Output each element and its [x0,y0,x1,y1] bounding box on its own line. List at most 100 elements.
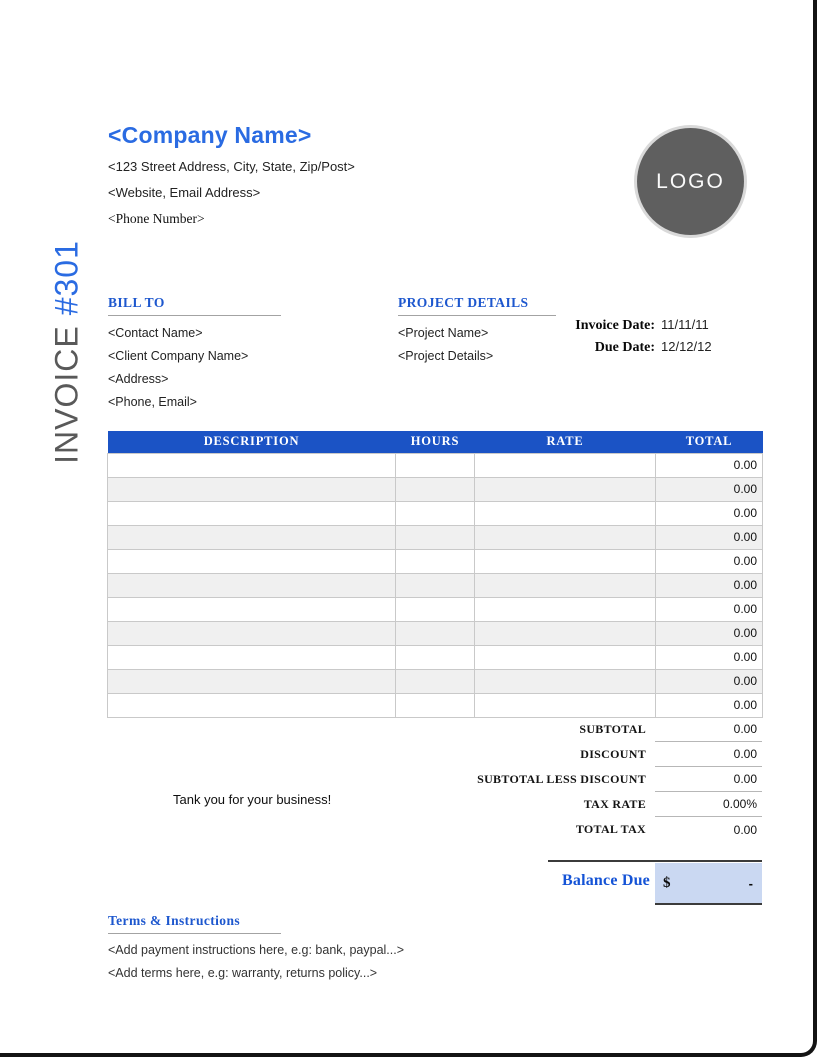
line-item-hours-cell [395,524,475,550]
line-item-rate-cell [474,644,656,670]
terms-policy: <Add terms here, e.g: warranty, returns … [108,965,378,980]
table-header-row: DESCRIPTION HOURS RATE TOTAL [107,431,763,453]
balance-due-label: Balance Due [562,872,650,889]
line-item-hours-cell [395,452,475,478]
terms-title: Terms & Instructions [108,913,281,934]
line-item-total-cell: 0.00 [655,644,763,670]
line-item-total-cell: 0.00 [655,620,763,646]
total-tax-label: TOTAL TAX [575,822,646,836]
line-items-table: DESCRIPTION HOURS RATE TOTAL 0.00 0.00 0.0… [107,431,763,718]
line-item-hours-cell [395,548,475,574]
line-item-rate-cell [474,500,656,526]
invoice-number: #301 [48,240,85,316]
balance-due-box: $ - [655,863,762,905]
line-item-description-cell [107,452,396,478]
company-header: <Company Name> <123 Street Address, City… [108,122,528,227]
tax-rate-label: TAX RATE [583,797,646,811]
line-item-hours-cell [395,596,475,622]
summary-section: SUBTOTAL 0.00 DISCOUNT 0.00 SUBTOTAL LES… [300,717,762,842]
line-item-total-cell: 0.00 [655,548,763,574]
bill-to-phone-email: <Phone, Email> [108,394,197,409]
invoice-banner: INVOICE #301 [49,240,86,464]
invoice-date-label: Invoice Date: [575,318,655,333]
line-item-row: 0.00 [107,548,763,574]
line-item-description-cell [107,476,396,502]
bill-to-address: <Address> [108,371,169,386]
line-item-rate-cell [474,572,656,598]
invoice-date-value: 11/11/11 [661,317,709,332]
line-item-hours-cell [395,644,475,670]
line-item-description-cell [107,548,396,574]
line-item-total-cell: 0.00 [655,524,763,550]
line-item-row: 0.00 [107,572,763,598]
line-item-total-cell: 0.00 [655,476,763,502]
summary-row-tax-rate: TAX RATE 0.00% [300,792,762,817]
header-rate: RATE [474,431,656,453]
line-item-hours-cell [395,668,475,694]
line-item-total-cell: 0.00 [655,692,763,718]
summary-row-total-tax: TOTAL TAX 0.00 [300,817,762,842]
line-item-row: 0.00 [107,476,763,502]
subtotal-label: SUBTOTAL [579,722,646,736]
header-hours: HOURS [395,431,475,453]
company-name: <Company Name> [108,122,312,148]
line-item-rate-cell [474,524,656,550]
line-item-rate-cell [474,596,656,622]
subtotal-value: 0.00 [655,717,762,742]
line-item-hours-cell [395,572,475,598]
subtotal-less-discount-label: SUBTOTAL LESS DISCOUNT [477,772,646,786]
due-date-row: Due Date: 12/12/12 [430,339,762,361]
line-item-row: 0.00 [107,620,763,646]
line-item-rate-cell [474,476,656,502]
dates-section: Invoice Date: 11/11/11 Due Date: 12/12/1… [430,317,762,361]
project-details-title: PROJECT DETAILS [398,295,556,316]
balance-top-divider [548,860,762,862]
line-item-row: 0.00 [107,644,763,670]
due-date-label: Due Date: [594,340,655,355]
terms-payment-instructions: <Add payment instructions here, e.g: ban… [108,943,405,957]
invoice-page: <Company Name> <123 Street Address, City… [0,0,817,1057]
line-item-description-cell [107,620,396,646]
line-item-hours-cell [395,692,475,718]
terms-section: Terms & Instructions <Add payment instru… [108,913,528,979]
line-item-rate-cell [474,668,656,694]
line-item-row: 0.00 [107,596,763,622]
thank-you-note: Tank you for your business! [173,792,332,807]
line-item-total-cell: 0.00 [655,596,763,622]
summary-row-discount: DISCOUNT 0.00 [300,742,762,767]
line-item-total-cell: 0.00 [655,668,763,694]
subtotal-less-discount-value: 0.00 [655,767,762,792]
tax-rate-value: 0.00% [655,792,762,817]
line-item-rate-cell [474,548,656,574]
line-item-row: 0.00 [107,692,763,718]
line-item-rate-cell [474,620,656,646]
balance-amount: - [748,875,753,891]
bill-to-client-company: <Client Company Name> [108,348,249,363]
line-item-row: 0.00 [107,500,763,526]
line-item-row: 0.00 [107,452,763,478]
bill-to-title: BILL TO [108,295,281,316]
line-item-description-cell [107,596,396,622]
company-address: <123 Street Address, City, State, Zip/Po… [108,159,355,174]
line-item-description-cell [107,668,396,694]
line-item-total-cell: 0.00 [655,500,763,526]
currency-symbol: $ [663,874,671,891]
total-tax-value: 0.00 [733,822,757,837]
line-item-hours-cell [395,620,475,646]
line-item-hours-cell [395,476,475,502]
line-item-description-cell [107,500,396,526]
summary-row-subtotal: SUBTOTAL 0.00 [300,717,762,742]
invoice-label: INVOICE [48,325,85,464]
discount-value: 0.00 [655,742,762,767]
bill-to-contact-name: <Contact Name> [108,325,203,340]
company-logo: LOGO [637,128,744,235]
line-item-hours-cell [395,500,475,526]
line-item-rate-cell [474,452,656,478]
company-website: <Website, Email Address> [108,185,261,200]
line-item-description-cell [107,692,396,718]
invoice-date-row: Invoice Date: 11/11/11 [430,317,762,339]
line-item-rate-cell [474,692,656,718]
summary-row-subtotal-less-discount: SUBTOTAL LESS DISCOUNT 0.00 [300,767,762,792]
header-total: TOTAL [655,431,763,453]
company-phone: <Phone Number> [108,211,205,226]
